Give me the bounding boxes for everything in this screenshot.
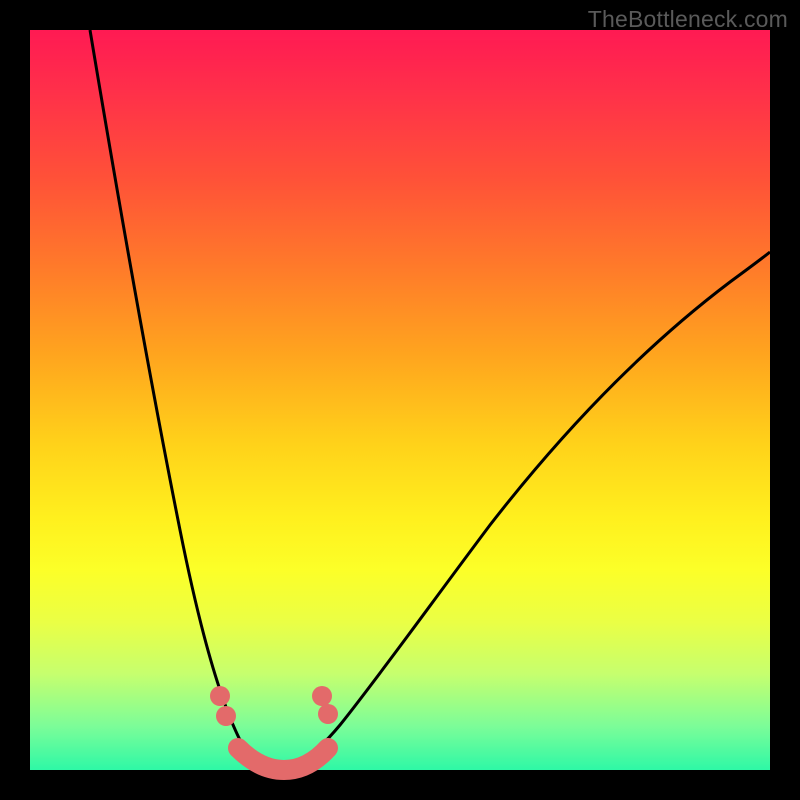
watermark-text: TheBottleneck.com — [588, 6, 788, 33]
left-curve — [90, 30, 280, 770]
dot-right-lower — [318, 704, 338, 724]
dot-left-upper — [210, 686, 230, 706]
dot-right-upper — [312, 686, 332, 706]
floor-band — [238, 748, 328, 770]
dot-left-lower — [216, 706, 236, 726]
chart-frame: TheBottleneck.com — [0, 0, 800, 800]
chart-svg — [30, 30, 770, 770]
plot-area — [30, 30, 770, 770]
right-curve — [280, 252, 770, 770]
